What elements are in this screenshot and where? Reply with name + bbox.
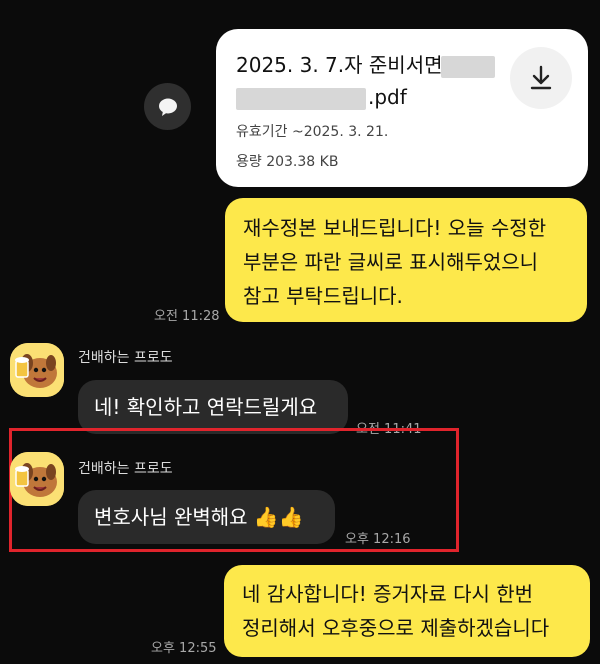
file-size: 용량 203.38 KB — [236, 154, 339, 170]
avatar-frodo — [10, 452, 64, 506]
sender-avatar[interactable] — [10, 452, 64, 506]
message-timestamp: 오전 11:28 — [154, 309, 220, 324]
file-attachment-card[interactable]: 2025. 3. 7.자 준비서면 .pdf 유효기간 ~2025. 3. 21… — [216, 29, 588, 187]
message-timestamp: 오후 12:16 — [345, 532, 411, 547]
file-expiry: 유효기간 ~2025. 3. 21. — [236, 124, 389, 140]
share-button[interactable] — [144, 83, 191, 130]
incoming-message-bubble[interactable]: 네! 확인하고 연락드릴게요 — [78, 380, 348, 434]
message-timestamp: 오후 12:55 — [151, 641, 217, 656]
download-button[interactable] — [510, 47, 572, 109]
file-name: 2025. 3. 7.자 준비서면 .pdf — [236, 49, 506, 113]
share-icon — [158, 98, 177, 116]
outgoing-message-bubble[interactable]: 재수정본 보내드립니다! 오늘 수정한 부분은 파란 글씨로 표시해두었으니 참… — [225, 198, 587, 322]
sender-name: 건배하는 프로도 — [78, 461, 173, 477]
avatar-frodo — [10, 343, 64, 397]
redacted-text — [440, 55, 495, 78]
sender-avatar[interactable] — [10, 343, 64, 397]
outgoing-message-bubble[interactable]: 네 감사합니다! 증거자료 다시 한번 정리해서 오후중으로 제출하겠습니다 — [224, 565, 590, 657]
incoming-message-bubble[interactable]: 변호사님 완벽해요 👍👍 — [78, 490, 335, 544]
redacted-text — [236, 87, 366, 110]
sender-name: 건배하는 프로도 — [78, 350, 173, 366]
unread-count: 1 — [226, 620, 235, 634]
download-icon — [530, 65, 552, 90]
